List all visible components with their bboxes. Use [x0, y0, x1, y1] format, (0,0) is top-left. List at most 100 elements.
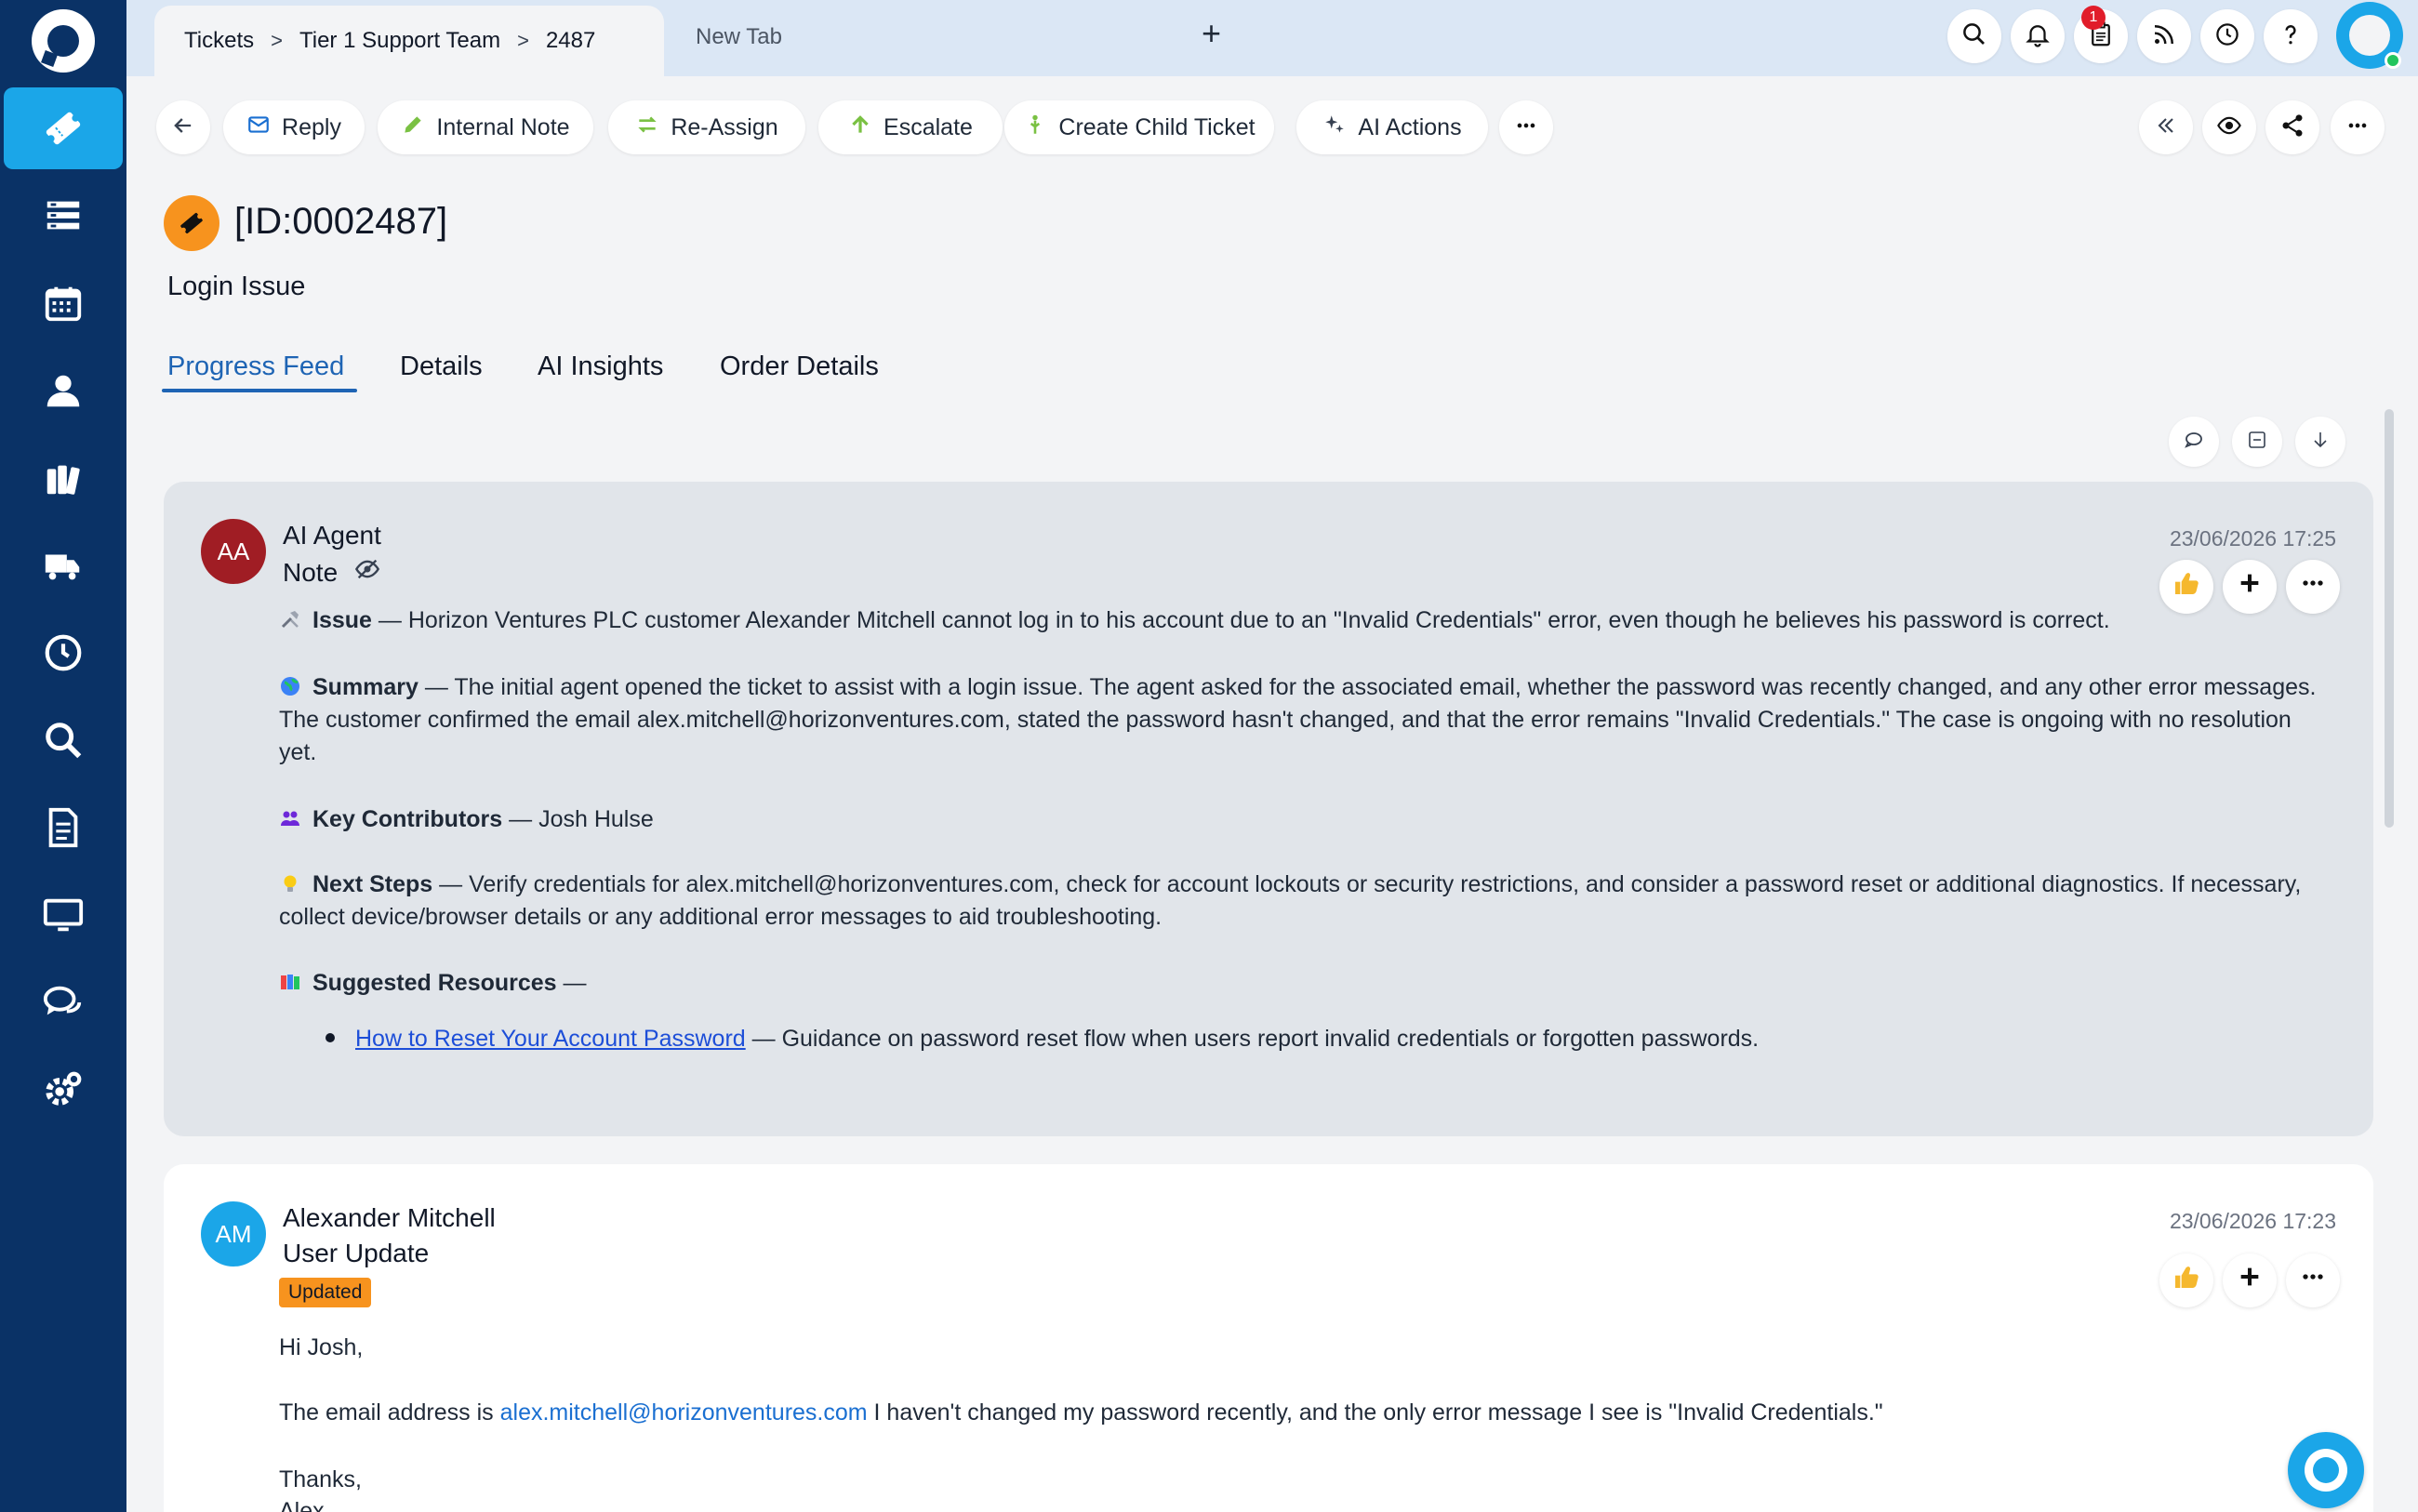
tab-current-ticket[interactable]: Tickets > Tier 1 Support Team > 2487	[154, 6, 664, 76]
add-reaction-button[interactable]	[2223, 560, 2277, 614]
tasks-button[interactable]: 1	[2074, 6, 2128, 63]
tab-order-details[interactable]: Order Details	[720, 351, 879, 382]
chat-bubbles-icon	[42, 981, 85, 1024]
child-ticket-icon	[1023, 113, 1047, 143]
nav-settings[interactable]	[0, 1049, 126, 1131]
ellipsis-icon	[1513, 113, 1539, 143]
filter-comments-button[interactable]	[2169, 417, 2219, 467]
avatar: AA	[201, 519, 266, 584]
sidebar	[0, 0, 126, 1512]
avatar: AM	[201, 1201, 266, 1267]
back-button[interactable]	[156, 100, 210, 154]
arrow-up-icon	[848, 113, 872, 143]
watch-button[interactable]	[2202, 100, 2256, 154]
tab-new[interactable]: New Tab	[696, 24, 782, 50]
issue-paragraph: Issue — Horizon Ventures PLC customer Al…	[279, 604, 2176, 637]
tab-progress-feed[interactable]: Progress Feed	[167, 351, 344, 382]
more-options-button[interactable]	[2331, 100, 2385, 154]
global-search-button[interactable]	[1947, 9, 2001, 63]
internal-note-button[interactable]: Internal Note	[378, 100, 593, 154]
share-button[interactable]	[2265, 100, 2319, 154]
ticket-id: [ID:0002487]	[234, 201, 448, 242]
nav-history[interactable]	[0, 612, 126, 694]
reply-button[interactable]: Reply	[223, 100, 365, 154]
nav-tickets[interactable]	[4, 87, 123, 169]
nav-reports[interactable]	[0, 787, 126, 869]
nav-calendar[interactable]	[0, 262, 126, 344]
contributors-label: Key Contributors	[312, 806, 503, 832]
resources-paragraph: Suggested Resources —	[279, 967, 2325, 1000]
nav-devices[interactable]	[0, 874, 126, 956]
app-logo[interactable]	[32, 9, 95, 73]
issue-text: — Horizon Ventures PLC customer Alexande…	[371, 607, 2110, 633]
time-tracking-button[interactable]	[2200, 9, 2254, 63]
tab-details[interactable]: Details	[400, 351, 483, 382]
more-actions-button[interactable]	[1499, 100, 1553, 154]
feed-item-ai-note: AA AI Agent Note 23/06/2026 17:25 Issue …	[164, 482, 2373, 1136]
resource-description: — Guidance on password reset flow when u…	[745, 1026, 1760, 1052]
like-button[interactable]	[2159, 1253, 2213, 1307]
breadcrumb-tickets[interactable]: Tickets	[184, 28, 254, 54]
entry-kind-label: User Update	[283, 1239, 430, 1267]
plus-icon	[2235, 568, 2265, 606]
notifications-button[interactable]	[2011, 9, 2065, 63]
nav-queues[interactable]	[0, 175, 126, 257]
double-chevron-left-icon	[2153, 113, 2179, 143]
add-reaction-button[interactable]	[2223, 1253, 2277, 1307]
pencil-icon	[401, 113, 425, 143]
nav-chat[interactable]	[0, 962, 126, 1043]
user-icon	[42, 369, 85, 412]
feeds-button[interactable]	[2137, 9, 2191, 63]
resource-link[interactable]: How to Reset Your Account Password	[355, 1026, 746, 1052]
nav-knowledge[interactable]	[0, 437, 126, 519]
ellipsis-icon	[2298, 568, 2328, 606]
email-link[interactable]: alex.mitchell@horizonventures.com	[500, 1399, 868, 1426]
next-steps-paragraph: Next Steps — Verify credentials for alex…	[279, 869, 2325, 934]
hammer-wrench-icon	[279, 607, 301, 630]
arrow-left-icon	[170, 113, 196, 143]
plus-icon	[2235, 1262, 2265, 1300]
collapse-panel-button[interactable]	[2139, 100, 2193, 154]
nav-deliveries[interactable]	[0, 524, 126, 606]
resources-text: —	[556, 970, 587, 996]
nav-contacts[interactable]	[0, 350, 126, 431]
collapse-all-button[interactable]	[2232, 417, 2282, 467]
entry-kind-label: Note	[283, 557, 339, 587]
create-child-ticket-button[interactable]: Create Child Ticket	[1004, 100, 1274, 154]
timestamp: 23/06/2026 17:23	[2169, 1209, 2336, 1233]
tab-ai-insights[interactable]: AI Insights	[538, 351, 663, 382]
nav-search[interactable]	[0, 699, 126, 781]
people-icon	[279, 806, 301, 829]
reassign-button[interactable]: Re-Assign	[608, 100, 805, 154]
escalate-button[interactable]: Escalate	[818, 100, 1003, 154]
add-tab-button[interactable]: +	[1202, 17, 1221, 50]
ai-actions-button[interactable]: AI Actions	[1296, 100, 1488, 154]
author-name: AI Agent	[283, 521, 381, 550]
collapse-icon	[2246, 429, 2268, 456]
escalate-label: Escalate	[884, 113, 973, 140]
swap-arrows-icon	[635, 113, 659, 143]
ellipsis-icon	[2298, 1262, 2328, 1300]
breadcrumb-separator: >	[271, 29, 283, 52]
entry-kind: User Update	[283, 1239, 429, 1268]
entry-more-button[interactable]	[2286, 1253, 2340, 1307]
sort-order-button[interactable]	[2295, 417, 2345, 467]
ellipsis-icon	[2345, 113, 2371, 143]
scrollbar[interactable]	[2385, 409, 2394, 828]
sparkles-icon	[1322, 113, 1347, 143]
breadcrumb-team[interactable]: Tier 1 Support Team	[299, 28, 500, 54]
entry-more-button[interactable]	[2286, 560, 2340, 614]
bullet	[326, 1033, 335, 1043]
search-icon	[1960, 20, 1988, 53]
globe-icon	[279, 674, 301, 696]
breadcrumb-ticket-number[interactable]: 2487	[546, 28, 595, 54]
message-signoff: Thanks,	[279, 1466, 362, 1492]
rss-icon	[2150, 20, 2178, 53]
books-icon	[42, 457, 85, 499]
ticket-type-icon	[164, 195, 219, 251]
help-button[interactable]	[2264, 9, 2318, 63]
entry-kind: Note	[283, 556, 380, 589]
calendar-icon	[42, 282, 85, 325]
notification-badge: 1	[2081, 6, 2106, 30]
chat-widget-button[interactable]	[2288, 1432, 2364, 1508]
